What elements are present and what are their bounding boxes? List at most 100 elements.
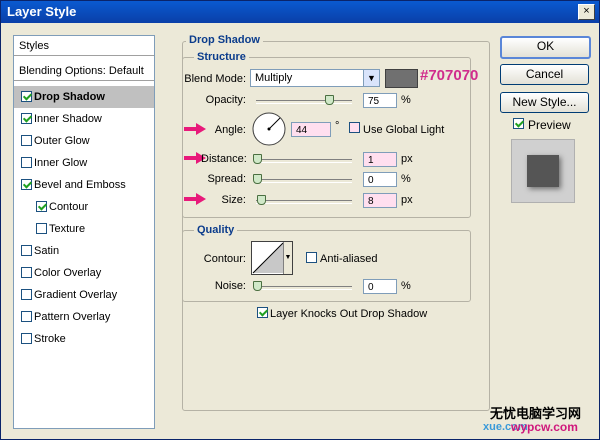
contour-preview-icon [252,242,284,274]
style-item-label: Contour [49,201,89,213]
styles-header[interactable]: Styles [14,36,154,56]
style-item-checkbox[interactable] [21,333,32,344]
style-item-label: Gradient Overlay [34,289,118,301]
style-item-label: Texture [49,223,86,235]
ok-button[interactable]: OK [500,36,591,59]
contour-label: Contour: [203,253,246,265]
style-item-outer-glow[interactable]: Outer Glow [14,130,154,152]
size-input[interactable]: 8 [363,193,397,208]
chevron-down-icon[interactable]: ▼ [363,70,379,86]
distance-slider-thumb[interactable] [253,154,262,164]
style-item-checkbox[interactable] [21,245,32,256]
anti-aliased-checkbox[interactable] [306,252,317,263]
style-item-bevel-and-emboss[interactable]: Bevel and Emboss [14,174,154,196]
style-item-checkbox[interactable] [36,223,47,234]
shadow-color-swatch[interactable] [385,69,418,88]
contour-picker[interactable]: ▼ [251,241,293,275]
style-item-checkbox[interactable] [36,201,47,212]
style-item-label: Drop Shadow [34,91,105,103]
spread-label: Spread: [207,173,246,185]
style-item-satin[interactable]: Satin [14,240,154,262]
style-item-label: Outer Glow [34,135,90,147]
opacity-input[interactable]: 75 [363,93,397,108]
angle-unit: ° [335,120,340,132]
style-item-checkbox[interactable] [21,113,32,124]
noise-label: Noise: [214,280,246,292]
size-slider[interactable] [256,195,352,205]
opacity-slider[interactable] [256,95,352,105]
blending-options-item[interactable]: Blending Options: Default [14,61,154,81]
blend-mode-select[interactable]: Multiply ▼ [250,69,380,87]
window-title: Layer Style [7,4,77,19]
style-item-label: Stroke [34,333,66,345]
style-item-label: Satin [34,245,60,257]
layer-style-dialog: Layer Style × Styles Blending Options: D… [0,0,600,440]
noise-unit: % [401,280,411,292]
style-item-checkbox[interactable] [21,179,32,190]
angle-dial[interactable] [251,111,287,147]
distance-input[interactable]: 1 [363,152,397,167]
style-item-color-overlay[interactable]: Color Overlay [14,262,154,284]
style-item-checkbox[interactable] [21,135,32,146]
noise-input[interactable]: 0 [363,279,397,294]
angle-input[interactable]: 44 [291,122,331,137]
structure-title: Structure [194,51,249,63]
preview-label: Preview [528,118,571,132]
style-item-inner-shadow[interactable]: Inner Shadow [14,108,154,130]
noise-slider[interactable] [253,281,352,291]
style-item-label: Color Overlay [34,267,102,279]
style-item-inner-glow[interactable]: Inner Glow [14,152,154,174]
preview-checkbox[interactable] [513,118,524,129]
title-bar: Layer Style × [1,1,599,23]
style-item-label: Pattern Overlay [34,311,111,323]
opacity-label: Opacity: [205,94,246,106]
style-item-checkbox[interactable] [21,311,32,322]
blend-mode-value: Multiply [255,72,293,84]
style-item-drop-shadow[interactable]: Drop Shadow [14,86,154,108]
use-global-light-checkbox[interactable] [349,122,360,133]
watermark-url: wypcw.com [511,420,578,434]
styles-list: Styles Blending Options: Default Drop Sh… [13,35,155,429]
size-slider-thumb[interactable] [257,195,266,205]
spread-slider-thumb[interactable] [253,174,262,184]
style-item-pattern-overlay[interactable]: Pattern Overlay [14,306,154,328]
knockout-checkbox[interactable] [257,307,268,318]
noise-slider-thumb[interactable] [253,281,262,291]
angle-label: Angle: [214,124,246,136]
style-item-label: Bevel and Emboss [34,179,126,191]
size-unit: px [401,194,413,206]
style-item-gradient-overlay[interactable]: Gradient Overlay [14,284,154,306]
knockout-label: Layer Knocks Out Drop Shadow [270,308,428,320]
style-item-checkbox[interactable] [21,289,32,300]
preview-swatch [527,155,559,187]
distance-label: Distance: [201,153,247,165]
distance-unit: px [401,153,413,165]
style-item-label: Inner Shadow [34,113,102,125]
size-label: Size: [221,194,246,206]
distance-slider[interactable] [253,154,352,164]
cancel-button[interactable]: Cancel [500,64,589,85]
new-style-button[interactable]: New Style... [500,92,589,113]
spread-unit: % [401,173,411,185]
drop-shadow-title: Drop Shadow [186,34,263,46]
chevron-down-icon[interactable]: ▼ [283,242,292,274]
style-item-contour[interactable]: Contour [14,196,154,218]
style-item-checkbox[interactable] [21,91,32,102]
color-hex-label: #707070 [420,67,479,84]
spread-slider[interactable] [253,174,352,184]
close-button[interactable]: × [578,4,595,20]
pink-arrow-icon [184,123,206,135]
opacity-unit: % [401,94,411,106]
style-item-stroke[interactable]: Stroke [14,328,154,350]
spread-input[interactable]: 0 [363,172,397,187]
anti-aliased-label: Anti-aliased [320,253,378,265]
opacity-slider-thumb[interactable] [325,95,334,105]
quality-title: Quality [194,224,238,236]
blend-mode-label: Blend Mode: [184,73,246,85]
style-item-checkbox[interactable] [21,267,32,278]
style-item-texture[interactable]: Texture [14,218,154,240]
style-item-label: Inner Glow [34,157,88,169]
style-preview [511,139,575,203]
use-global-light-label: Use Global Light [363,124,445,136]
style-item-checkbox[interactable] [21,157,32,168]
